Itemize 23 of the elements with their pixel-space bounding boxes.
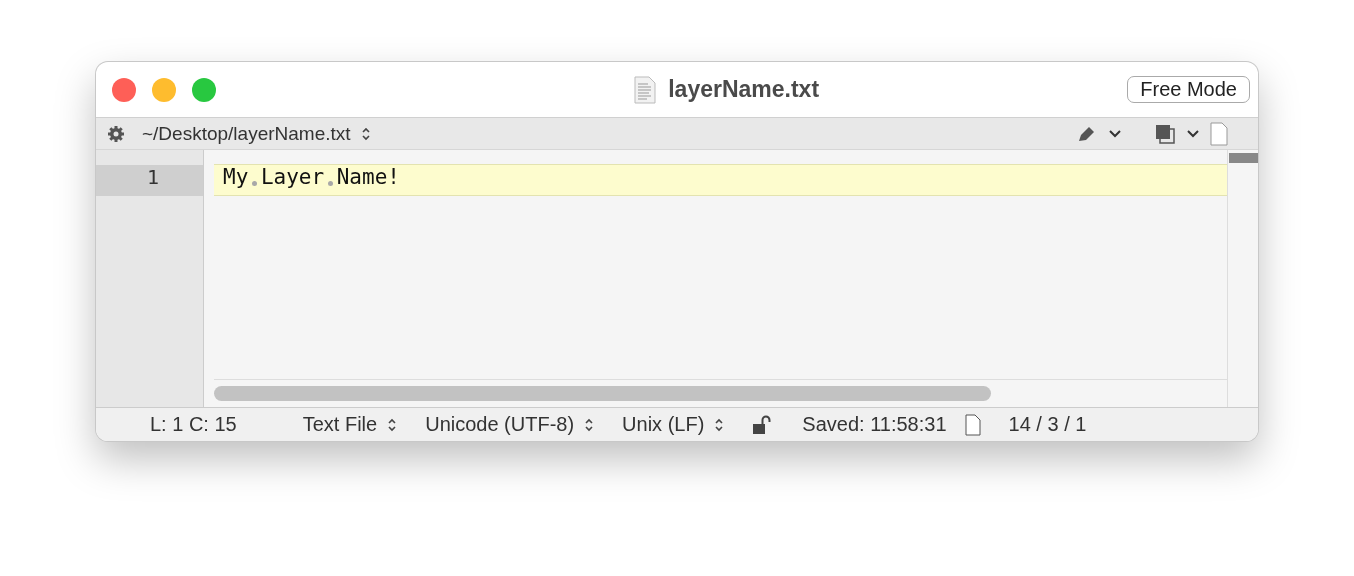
syntax-menu[interactable]: Text File [302, 413, 378, 436]
updown-chevron-icon[interactable] [584, 416, 595, 433]
line-number: 1 [96, 165, 203, 196]
updown-chevron-icon[interactable] [387, 416, 398, 433]
file-path-menu[interactable]: ~/Desktop/layerName.txt [142, 122, 351, 145]
document-icon [964, 413, 981, 436]
chevron-down-icon[interactable] [1186, 128, 1200, 139]
close-button[interactable] [112, 77, 136, 102]
chevron-down-icon[interactable] [1108, 128, 1122, 139]
updown-chevron-icon[interactable] [360, 125, 371, 142]
horizontal-scrollbar[interactable] [214, 386, 991, 401]
encoding-menu[interactable]: Unicode (UTF-8) [425, 413, 575, 436]
stacked-squares-icon[interactable] [1154, 122, 1176, 145]
vertical-scrollbar[interactable] [1229, 153, 1258, 163]
cursor-position: L: 1 C: 15 [150, 413, 237, 436]
document-counts: 14 / 3 / 1 [1008, 413, 1087, 436]
settings-icon[interactable] [106, 123, 126, 144]
free-mode-button[interactable]: Free Mode [1127, 76, 1250, 103]
saved-time: Saved: 11:58:31 [802, 413, 947, 436]
window-title: layerName.txt [668, 76, 820, 103]
line-endings-menu[interactable]: Unix (LF) [622, 413, 705, 436]
text-document-icon [634, 75, 657, 104]
updown-chevron-icon[interactable] [714, 416, 725, 433]
